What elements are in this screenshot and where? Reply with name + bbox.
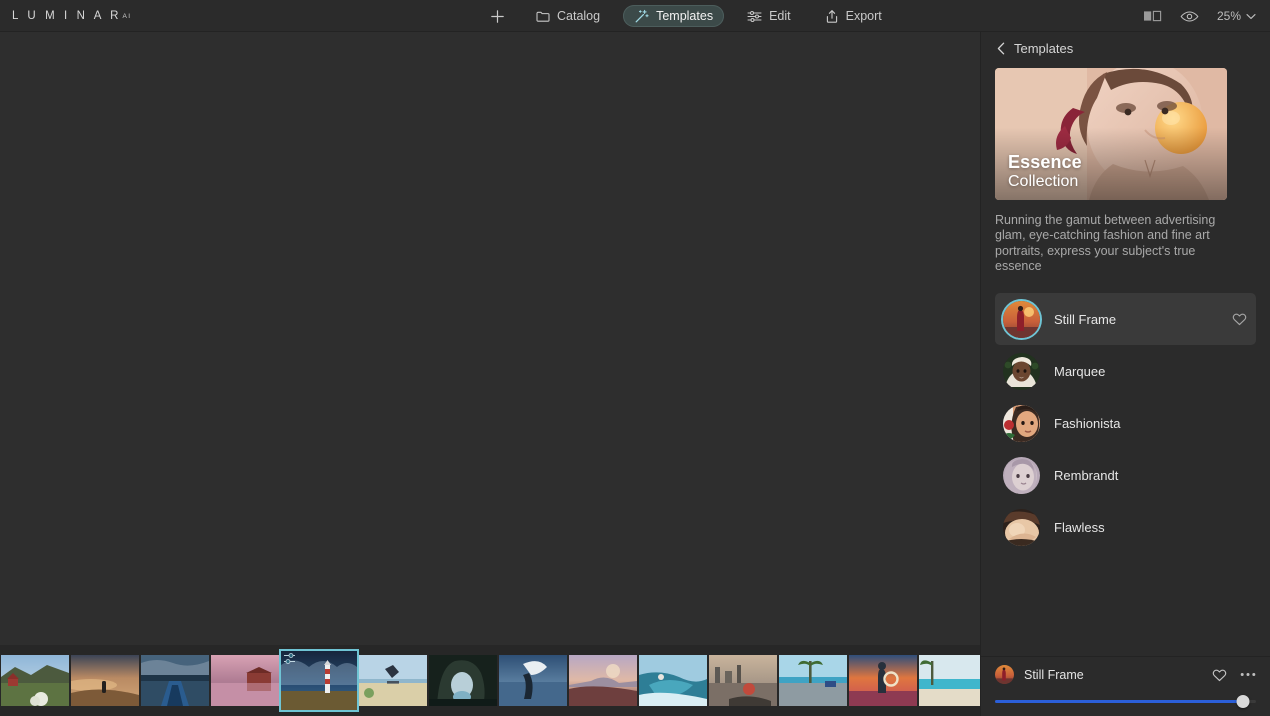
heart-icon[interactable] (1232, 312, 1247, 326)
image-canvas[interactable] (0, 32, 980, 645)
heart-icon[interactable] (1212, 668, 1227, 682)
template-row-rembrandt[interactable]: Rembrandt (995, 449, 1256, 501)
nav-label-export: Export (845, 9, 882, 23)
filmstrip-thumbnail[interactable] (1, 655, 69, 706)
filmstrip-thumbnail[interactable] (71, 655, 139, 706)
share-upload-icon (825, 9, 839, 24)
template-name: Marquee (1054, 363, 1106, 379)
filmstrip-thumbnail-selected[interactable] (281, 651, 357, 710)
edited-badge-icon (284, 653, 295, 658)
template-amount-slider[interactable] (995, 694, 1256, 708)
nav-item-catalog[interactable]: Catalog (525, 5, 611, 27)
folder-icon (536, 10, 550, 23)
plus-icon (490, 9, 505, 24)
collection-title: Essence (1008, 151, 1082, 172)
main-nav: Catalog Templates Edit Export (482, 0, 893, 32)
chevron-down-icon (1246, 13, 1256, 20)
thumbnail-badges (284, 653, 295, 664)
nav-label-catalog: Catalog (557, 9, 601, 23)
nav-label-edit: Edit (769, 9, 791, 23)
luminar-ai-window: L U M I N A R AI Catalog Templates Edit … (0, 0, 1270, 716)
chevron-left-icon[interactable] (997, 42, 1005, 55)
template-row-marquee[interactable]: Marquee (995, 345, 1256, 397)
template-avatar (1003, 456, 1040, 494)
template-list: Still Frame Marquee Fashionista Rembrand… (995, 293, 1256, 553)
filmstrip-thumbnail[interactable] (709, 655, 777, 706)
nav-item-export[interactable]: Export (814, 5, 893, 27)
filmstrip-thumbnail[interactable] (919, 655, 980, 706)
nav-item-templates[interactable]: Templates (623, 5, 725, 27)
nav-label-templates: Templates (656, 9, 714, 23)
panel-footer: Still Frame (981, 656, 1270, 716)
zoom-level-value: 25% (1216, 9, 1241, 23)
template-avatar (1003, 300, 1040, 338)
canvas-column (0, 32, 980, 716)
template-row-fashionista[interactable]: Fashionista (995, 397, 1256, 449)
filmstrip-thumbnail[interactable] (211, 655, 279, 706)
filmstrip-thumbnail[interactable] (429, 655, 497, 706)
filmstrip-thumbnail[interactable] (141, 655, 209, 706)
template-name: Flawless (1054, 519, 1105, 535)
template-avatar (1003, 352, 1040, 390)
magic-wand-icon (634, 9, 649, 24)
sliders-icon (747, 10, 762, 23)
top-toolbar: L U M I N A R AI Catalog Templates Edit … (0, 0, 1270, 32)
template-name: Still Frame (1054, 311, 1117, 327)
template-row-still-frame[interactable]: Still Frame (995, 293, 1256, 346)
template-name: Rembrandt (1054, 467, 1119, 483)
collection-subtitle: Collection (1008, 173, 1079, 191)
panel-title: Templates (1014, 40, 1074, 56)
main-body: Templates Essence Collection Running the… (0, 32, 1270, 716)
app-logo-superscript: AI (122, 12, 132, 20)
templates-panel: Templates Essence Collection Running the… (980, 32, 1270, 716)
collection-description: Running the gamut between advertising gl… (995, 213, 1216, 273)
slider-fill (995, 699, 1243, 703)
filmstrip-thumbnail[interactable] (499, 655, 567, 706)
panel-scroll-area[interactable]: Essence Collection Running the gamut bet… (981, 64, 1270, 656)
nav-item-edit[interactable]: Edit (736, 5, 802, 27)
filmstrip-thumbnail[interactable] (639, 655, 707, 706)
compare-split-icon[interactable] (1143, 10, 1162, 22)
slider-knob[interactable] (1236, 694, 1250, 708)
ellipsis-icon[interactable] (1240, 672, 1256, 677)
footer-actions (1212, 668, 1256, 682)
template-avatar (1003, 404, 1040, 442)
filmstrip-thumbnail[interactable] (569, 655, 637, 706)
filmstrip[interactable] (0, 645, 980, 716)
template-name: Fashionista (1054, 415, 1121, 431)
collection-hero-card[interactable]: Essence Collection (995, 68, 1227, 200)
filmstrip-thumbnail[interactable] (779, 655, 847, 706)
footer-avatar (995, 665, 1014, 684)
app-logo: L U M I N A R AI (12, 0, 131, 32)
filmstrip-thumbnail[interactable] (359, 655, 427, 706)
template-badge-icon (284, 659, 295, 664)
collection-hero-caption: Essence Collection (1008, 152, 1082, 191)
template-avatar (1003, 508, 1040, 546)
toolbar-right-controls: 25% (1143, 0, 1256, 32)
template-row-flawless[interactable]: Flawless (995, 501, 1256, 553)
add-photos-button[interactable] (482, 5, 513, 27)
footer-template-name: Still Frame (1024, 667, 1084, 682)
zoom-level-control[interactable]: 25% (1217, 9, 1256, 23)
eye-icon[interactable] (1180, 10, 1199, 23)
footer-template-row: Still Frame (995, 665, 1256, 684)
app-logo-text: L U M I N A R (12, 10, 122, 22)
panel-back-header[interactable]: Templates (981, 32, 1270, 64)
filmstrip-thumbnail[interactable] (849, 655, 917, 706)
